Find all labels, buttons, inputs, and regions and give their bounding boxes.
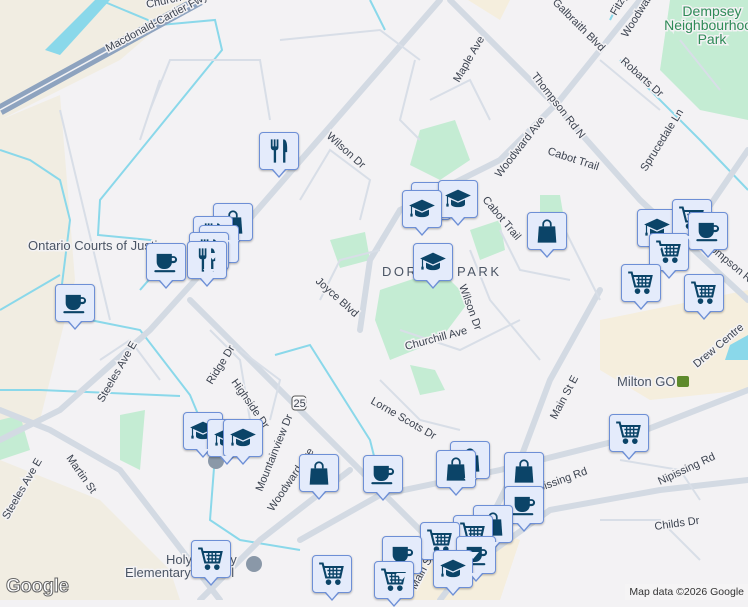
street-label: Maple Ave	[451, 34, 487, 84]
school-poi-icon	[246, 556, 262, 572]
coffee-icon	[694, 217, 722, 245]
map-marker-school[interactable]	[413, 243, 453, 289]
street-label: Woodward Ave	[619, 0, 668, 40]
map-marker-cart[interactable]	[684, 274, 724, 320]
street-label: Woodward Ave	[493, 114, 548, 179]
map-marker-restaurant[interactable]	[259, 132, 299, 178]
school-icon	[229, 424, 257, 452]
street-label: Galbraith Blvd	[550, 0, 607, 54]
map-marker-shopping[interactable]	[504, 452, 544, 498]
cart-icon	[197, 545, 225, 573]
map-marker-school[interactable]	[438, 180, 478, 226]
google-logo: Google	[5, 576, 69, 598]
coffee-icon	[61, 289, 89, 317]
map-marker-cart[interactable]	[621, 264, 661, 310]
cart-icon	[615, 419, 643, 447]
cart-icon	[627, 269, 655, 297]
shopping-icon	[533, 217, 561, 245]
coffee-icon	[152, 248, 180, 276]
map-attribution[interactable]: Map data ©2026 Google	[625, 584, 748, 600]
restaurant-icon	[265, 137, 293, 165]
route-number: 25	[294, 398, 306, 410]
street-label: Robarts Dr	[618, 55, 666, 100]
map-marker-coffee[interactable]	[688, 212, 728, 258]
map-marker-school[interactable]	[223, 419, 263, 465]
school-icon	[444, 185, 472, 213]
map-marker-shopping[interactable]	[527, 212, 567, 258]
station-label-milton-go: Milton GO	[617, 374, 676, 389]
cart-icon	[318, 560, 346, 588]
shopping-icon	[510, 457, 538, 485]
street-label: Main St E	[548, 374, 581, 422]
map-marker-cart[interactable]	[609, 414, 649, 460]
train-icon	[677, 376, 689, 387]
street-label: Childs Dr	[654, 515, 701, 533]
cart-icon	[380, 566, 408, 594]
map-marker-cart[interactable]	[191, 540, 231, 586]
map-marker-cart[interactable]	[374, 561, 414, 607]
map-marker-coffee[interactable]	[363, 455, 403, 501]
coffee-icon	[369, 460, 397, 488]
map-marker-shopping[interactable]	[299, 454, 339, 500]
cart-icon	[690, 279, 718, 307]
map-marker-coffee[interactable]	[146, 243, 186, 289]
map-marker-coffee[interactable]	[55, 284, 95, 330]
street-label: Sprucedale Ln	[638, 107, 686, 174]
park-label-dempsey: Park	[698, 31, 728, 47]
map-marker-cart[interactable]	[312, 555, 352, 601]
shopping-icon	[305, 459, 333, 487]
school-icon	[419, 248, 447, 276]
